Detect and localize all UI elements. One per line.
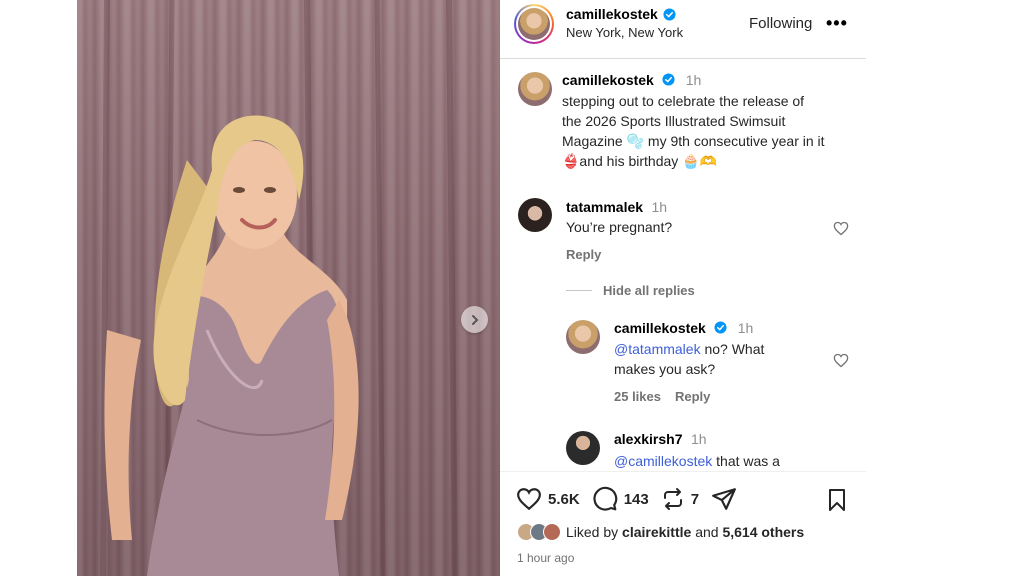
avatar — [543, 523, 561, 541]
replies-divider — [566, 290, 592, 291]
post-location[interactable]: New York, New York — [566, 25, 683, 40]
likes-summary[interactable]: Liked by clairekittle and 5,614 others — [517, 523, 804, 541]
like-heart-icon[interactable] — [516, 487, 542, 511]
hide-replies-button[interactable]: Hide all replies — [603, 283, 695, 298]
avatar — [518, 8, 550, 40]
reply-header: alexkirsh7 1h — [614, 431, 707, 449]
action-bar: 5.6K 143 7 — [516, 486, 737, 512]
reply-text: @tatammalek no? What makes you ask? — [614, 339, 764, 379]
chevron-right-icon — [471, 314, 478, 325]
caption-avatar[interactable] — [518, 72, 552, 106]
comment-text: You’re pregnant? — [566, 219, 673, 235]
caption-line: the 2026 Sports Illustrated Swimsuit — [562, 113, 786, 129]
reply-text: @camillekostek that was a — [614, 451, 780, 471]
comment-username[interactable]: tatammalek — [566, 199, 643, 215]
post-timestamp[interactable]: 1 hour ago — [517, 551, 574, 565]
post-photo[interactable] — [77, 0, 500, 576]
comment-time: 1h — [651, 199, 668, 215]
likes-prefix: Liked by — [566, 524, 623, 540]
reply-time: 1h — [690, 431, 707, 447]
model-figure — [100, 0, 458, 576]
verified-badge-icon — [714, 321, 727, 334]
post-sidebar: camillekostek New York, New York Followi… — [500, 0, 866, 577]
caption-line: stepping out to celebrate the release of — [562, 93, 805, 109]
repost-icon[interactable] — [661, 487, 685, 511]
mention-link[interactable]: @camillekostek — [614, 453, 712, 469]
reply-reply-button[interactable]: Reply — [675, 389, 710, 404]
likes-middle: and — [691, 524, 723, 540]
reply-text-part: makes you ask? — [614, 361, 716, 377]
likes-others[interactable]: 5,614 others — [722, 524, 804, 540]
author-username-text: camillekostek — [566, 6, 658, 22]
author-username[interactable]: camillekostek — [566, 6, 676, 22]
reply-like-heart-icon[interactable] — [833, 353, 849, 368]
liker-avatars — [517, 523, 561, 541]
post-actions-panel: 5.6K 143 7 Liked by clairekittle and 5,6… — [500, 471, 866, 577]
comment-icon[interactable] — [592, 486, 618, 512]
mention-link[interactable]: @tatammalek — [614, 341, 701, 357]
verified-badge-icon — [662, 73, 675, 86]
repost-count[interactable]: 7 — [691, 491, 699, 508]
following-button[interactable]: Following — [749, 15, 812, 32]
caption-time: 1h — [685, 72, 702, 88]
reply-likes-count[interactable]: 25 likes — [614, 389, 661, 404]
reply-time: 1h — [737, 320, 754, 336]
like-count[interactable]: 5.6K — [548, 491, 580, 508]
comment-like-heart-icon[interactable] — [833, 221, 849, 236]
caption-line: 👙and his birthday 🧁🫶 — [562, 153, 718, 169]
reply-avatar[interactable] — [566, 320, 600, 354]
carousel-next-button[interactable] — [461, 306, 488, 333]
avatar[interactable] — [566, 431, 600, 465]
caption-username[interactable]: camillekostek — [562, 72, 654, 88]
comment-reply-button[interactable]: Reply — [566, 247, 601, 262]
comment-count[interactable]: 143 — [624, 491, 649, 508]
reply-username[interactable]: camillekostek — [614, 320, 706, 336]
comments-section[interactable]: camillekostek 1h stepping out to celebra… — [500, 59, 866, 471]
reply-text-part: no? What — [700, 341, 765, 357]
author-avatar-ring[interactable] — [514, 4, 554, 44]
caption-header: camillekostek 1h — [562, 72, 701, 90]
comment-header: tatammalek 1h — [566, 199, 667, 217]
share-send-icon[interactable] — [711, 487, 737, 511]
bookmark-icon[interactable] — [826, 488, 848, 512]
verified-badge-icon — [663, 7, 676, 21]
post-header: camillekostek New York, New York Followi… — [500, 0, 866, 59]
reply-username[interactable]: alexkirsh7 — [614, 431, 683, 447]
liker-username[interactable]: clairekittle — [622, 524, 691, 540]
more-options-icon[interactable]: ••• — [826, 13, 848, 34]
reply-text-part: that was a — [712, 453, 780, 469]
avatar[interactable] — [518, 198, 552, 232]
reply-header: camillekostek 1h — [614, 320, 753, 338]
caption-line: Magazine 🫧 my 9th consecutive year in it — [562, 133, 825, 149]
caption-text: stepping out to celebrate the release of… — [562, 91, 825, 171]
